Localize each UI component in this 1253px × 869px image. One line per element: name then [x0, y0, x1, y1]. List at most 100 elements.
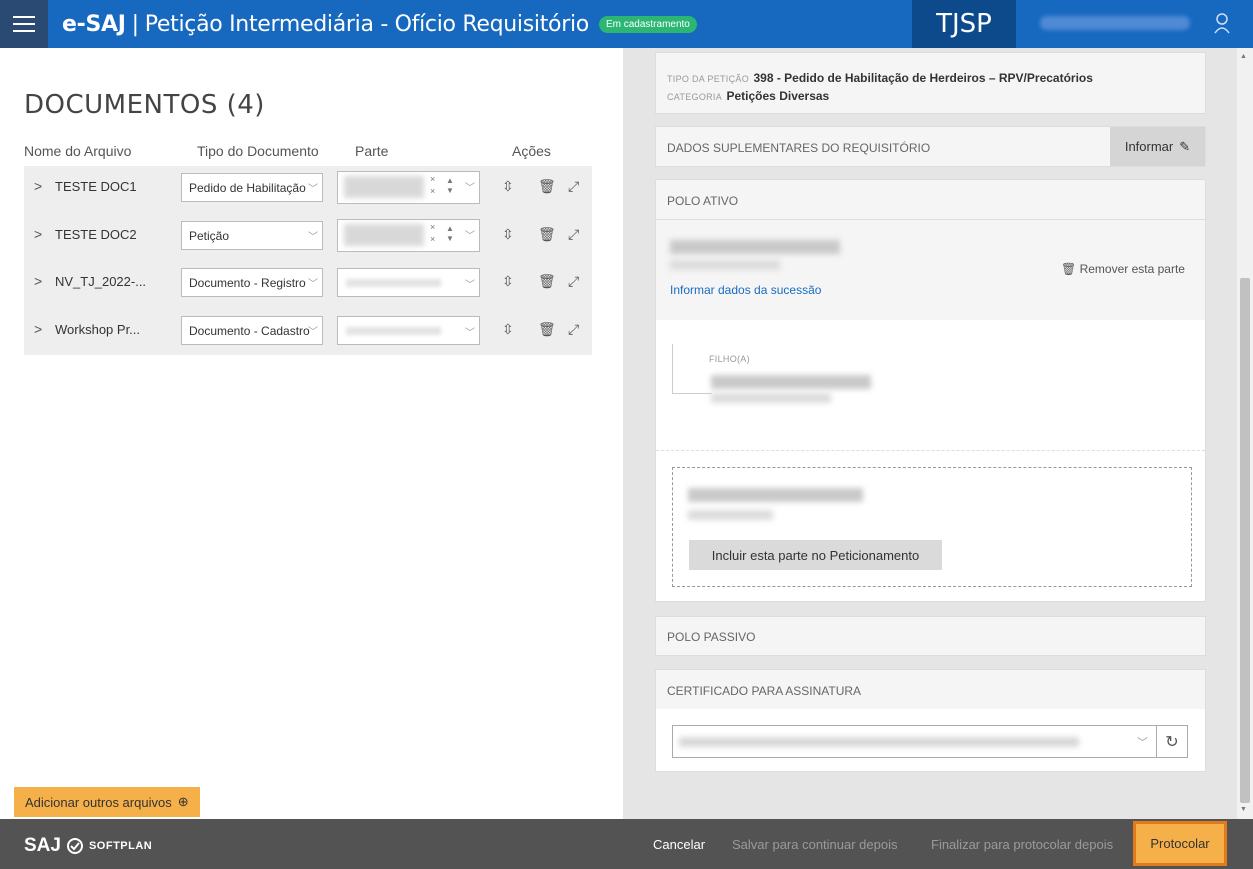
party-redacted [346, 279, 441, 287]
add-files-button[interactable]: Adicionar outros arquivos ⊕ [14, 787, 200, 817]
stepper-icon[interactable]: ▲ ▼ [446, 176, 454, 196]
informar-button[interactable]: Informar ✎ [1110, 127, 1205, 166]
trash-icon[interactable]: 🗑 [538, 273, 556, 290]
stepper-icon[interactable]: ▲ ▼ [446, 224, 454, 244]
inform-succession-link[interactable]: Informar dados da sucessão [670, 283, 821, 297]
scroll-up-icon[interactable]: ▲ [1240, 53, 1247, 60]
expand-chevron-icon[interactable]: > [34, 321, 42, 337]
petition-type-card: TIPO DA PETIÇÃO 398 - Pedido de Habilita… [655, 52, 1206, 114]
clear-icon[interactable]: × × [430, 221, 435, 245]
expand-icon[interactable]: ⤢ [568, 178, 579, 195]
heir-detail-redacted [711, 393, 831, 403]
column-header-file-name: Nome do Arquivo [24, 143, 132, 159]
party-name-redacted [688, 488, 863, 502]
chevron-down-icon: ﹀ [465, 183, 475, 194]
table-row: > TESTE DOC2 Petição ﹀ × × ▲ ▼ ﹀ ⇳ 🗑 ⤢ [24, 217, 592, 253]
page-title-text: Petição Intermediária - Ofício Requisitó… [144, 11, 590, 37]
trash-icon[interactable]: 🗑 [538, 321, 556, 338]
party-select[interactable]: × × ▲ ▼ ﹀ [337, 171, 480, 204]
polo-ativo-section: POLO ATIVO Informar dados da sucessão 🗑 … [655, 179, 1206, 602]
plus-circle-icon: ⊕ [177, 794, 189, 809]
certificate-select[interactable]: ﹀ [672, 725, 1157, 758]
party-name-redacted [670, 240, 840, 254]
heir-label: FILHO(A) [709, 354, 750, 364]
certificate-section: CERTIFICADO PARA ASSINATURA ﹀ ↻ [655, 669, 1206, 772]
softplan-logo-icon [66, 838, 83, 854]
expand-chevron-icon[interactable]: > [34, 178, 42, 194]
save-draft-button[interactable]: Salvar para continuar depois [732, 837, 898, 852]
reorder-icon[interactable]: ⇳ [502, 226, 514, 243]
document-type-select[interactable]: Pedido de Habilitação ﹀ [181, 173, 323, 202]
informar-label: Informar [1124, 139, 1174, 154]
party-select[interactable]: ﹀ [337, 268, 480, 297]
cancel-button[interactable]: Cancelar [653, 837, 705, 852]
trash-icon: 🗑 [1061, 262, 1077, 276]
category-value: Petições Diversas [726, 89, 830, 103]
add-files-label: Adicionar outros arquivos [25, 794, 172, 810]
reorder-icon[interactable]: ⇳ [502, 273, 514, 290]
party-select[interactable]: ﹀ [337, 316, 480, 345]
expand-chevron-icon[interactable]: > [34, 273, 42, 289]
include-party-button[interactable]: Incluir esta parte no Peticionamento [689, 540, 942, 570]
chevron-down-icon: ﹀ [1137, 737, 1148, 749]
heir-section: FILHO(A) [656, 320, 1205, 451]
trash-icon[interactable]: 🗑 [538, 226, 556, 243]
user-icon[interactable] [1212, 12, 1232, 34]
document-type-select[interactable]: Petição ﹀ [181, 221, 323, 250]
party-redacted [344, 224, 424, 246]
finalize-later-button[interactable]: Finalizar para protocolar depois [931, 837, 1113, 852]
polo-passivo-section[interactable]: POLO PASSIVO [655, 616, 1206, 656]
protocolar-button[interactable]: Protocolar [1133, 821, 1227, 866]
category-label: CATEGORIA [667, 92, 723, 102]
document-type-value: Pedido de Habilitação [189, 181, 306, 195]
saj-softplan-logo: SAJ SOFTPLAN [24, 835, 152, 857]
include-party-area: Incluir esta parte no Peticionamento [656, 451, 1205, 601]
documents-title: DOCUMENTOS (4) [24, 90, 265, 120]
chevron-down-icon: ﹀ [465, 280, 475, 291]
party-select[interactable]: × × ▲ ▼ ﹀ [337, 219, 480, 252]
documents-panel: DOCUMENTOS (4) Nome do Arquivo Tipo do D… [0, 48, 623, 819]
expand-icon[interactable]: ⤢ [568, 226, 579, 243]
court-logo: TJSP [912, 0, 1016, 48]
expand-chevron-icon[interactable]: > [34, 226, 42, 242]
expand-icon[interactable]: ⤢ [568, 273, 579, 290]
scroll-down-icon[interactable]: ▼ [1240, 806, 1247, 813]
polo-ativo-title: POLO ATIVO [667, 194, 739, 208]
saj-logo-text: SAJ [24, 835, 61, 856]
petition-type-label: TIPO DA PETIÇÃO [667, 74, 750, 84]
document-type-select[interactable]: Documento - Registro ﹀ [181, 268, 323, 297]
clear-icon[interactable]: × × [430, 173, 435, 197]
refresh-icon[interactable]: ↻ [1156, 725, 1188, 758]
chevron-down-icon: ﹀ [308, 279, 318, 290]
file-name: NV_TJ_2022-... [55, 274, 147, 289]
party-detail-redacted [688, 510, 773, 520]
app-header: e-SAJ | Petição Intermediária - Ofício Req… [0, 0, 1253, 48]
document-type-value: Petição [189, 229, 230, 243]
reorder-icon[interactable]: ⇳ [502, 178, 514, 195]
certificate-title: CERTIFICADO PARA ASSINATURA [667, 684, 862, 698]
scroll-thumb[interactable] [1240, 278, 1250, 803]
chevron-down-icon: ﹀ [465, 231, 475, 242]
include-party-box: Incluir esta parte no Peticionamento [672, 467, 1192, 587]
remove-party-button[interactable]: 🗑 Remover esta parte [1061, 262, 1185, 276]
chevron-down-icon: ﹀ [465, 328, 475, 339]
chevron-down-icon: ﹀ [308, 232, 318, 243]
column-header-actions: Ações [512, 143, 551, 159]
expand-icon[interactable]: ⤢ [568, 321, 579, 338]
footer-bar: SAJ SOFTPLAN Cancelar Salvar para contin… [0, 819, 1253, 869]
file-name: Workshop Pr... [55, 322, 141, 337]
supplementary-data-title: DADOS SUPLEMENTARES DO REQUISITÓRIO [667, 141, 931, 155]
vertical-scrollbar[interactable]: ▲ ▼ [1237, 48, 1253, 819]
hamburger-menu-icon[interactable] [0, 0, 48, 48]
reorder-icon[interactable]: ⇳ [502, 321, 514, 338]
supplementary-data-section: DADOS SUPLEMENTARES DO REQUISITÓRIO Info… [655, 126, 1206, 167]
user-name-redacted[interactable] [1040, 16, 1190, 30]
petition-type-value: 398 - Pedido de Habilitação de Herdeiros… [753, 71, 1093, 85]
party-detail-redacted [670, 260, 780, 270]
title-separator: | [131, 11, 139, 37]
petition-details-panel: TIPO DA PETIÇÃO 398 - Pedido de Habilita… [623, 48, 1237, 819]
document-type-select[interactable]: Documento - Cadastro ﹀ [181, 316, 323, 345]
trash-icon[interactable]: 🗑 [538, 178, 556, 195]
pencil-icon: ✎ [1179, 138, 1191, 154]
column-header-party: Parte [355, 143, 389, 159]
